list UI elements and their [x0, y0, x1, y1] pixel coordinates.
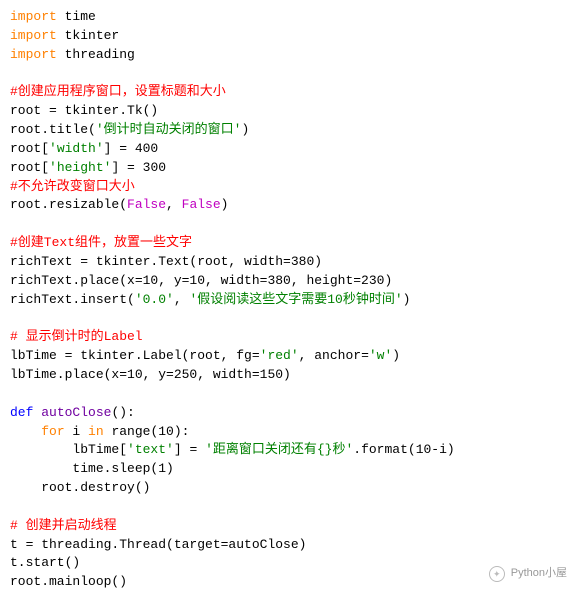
keyword-for: for — [41, 424, 64, 439]
watermark: ✦ Python小屋 — [489, 566, 567, 582]
code-text: ] = 300 — [111, 160, 166, 175]
keyword-false: False — [182, 197, 221, 212]
code-text: root.title( — [10, 122, 96, 137]
comment: # 创建并启动线程 — [10, 518, 117, 533]
code-text: ) — [221, 197, 229, 212]
code-text: richText.place(x=10, y=10, width=380, he… — [10, 273, 392, 288]
code-text: root.destroy() — [10, 480, 150, 495]
code-text: .format(10-i) — [353, 442, 454, 457]
code-text: (): — [111, 405, 134, 420]
string: 'red' — [260, 348, 299, 363]
code-text: ] = 400 — [104, 141, 159, 156]
string: 'height' — [49, 160, 111, 175]
code-text: lbTime[ — [10, 442, 127, 457]
code-block: import time import tkinter import thread… — [10, 8, 575, 592]
keyword-in: in — [88, 424, 104, 439]
code-text: time.sleep(1) — [10, 461, 174, 476]
string: 'text' — [127, 442, 174, 457]
code-text: lbTime.place(x=10, y=250, width=150) — [10, 367, 291, 382]
code-text: i — [65, 424, 88, 439]
code-text: threading — [57, 47, 135, 62]
code-text: ) — [403, 292, 411, 307]
code-text: tkinter — [57, 28, 119, 43]
comment: #不允许改变窗口大小 — [10, 179, 135, 194]
code-text: ) — [392, 348, 400, 363]
string: '倒计时自动关闭的窗口' — [96, 122, 242, 137]
code-text: ] = — [174, 442, 205, 457]
keyword-def: def — [10, 405, 33, 420]
keyword-import: import — [10, 47, 57, 62]
string: '假设阅读这些文字需要10秒钟时间' — [189, 292, 402, 307]
code-text: , anchor= — [299, 348, 369, 363]
code-text — [10, 424, 41, 439]
code-text: , — [174, 292, 190, 307]
code-text: root.mainloop() — [10, 574, 127, 589]
wechat-icon: ✦ — [489, 566, 505, 582]
code-text: t.start() — [10, 555, 80, 570]
code-text: ) — [241, 122, 249, 137]
code-text: root.resizable( — [10, 197, 127, 212]
string: '0.0' — [135, 292, 174, 307]
comment: # 显示倒计时的Label — [10, 329, 143, 344]
code-text: richText.insert( — [10, 292, 135, 307]
code-text: root[ — [10, 141, 49, 156]
keyword-import: import — [10, 9, 57, 24]
string: 'width' — [49, 141, 104, 156]
string: '距离窗口关闭还有{}秒' — [205, 442, 353, 457]
string: 'w' — [369, 348, 392, 363]
watermark-text: Python小屋 — [511, 566, 567, 582]
keyword-import: import — [10, 28, 57, 43]
code-text: root[ — [10, 160, 49, 175]
code-text: , — [166, 197, 182, 212]
code-text: t = threading.Thread(target=autoClose) — [10, 537, 306, 552]
code-text: time — [57, 9, 96, 24]
comment: #创建应用程序窗口，设置标题和大小 — [10, 84, 226, 99]
keyword-false: False — [127, 197, 166, 212]
code-text: root = tkinter.Tk() — [10, 103, 158, 118]
code-text: lbTime = tkinter.Label(root, fg= — [10, 348, 260, 363]
func-name: autoClose — [41, 405, 111, 420]
code-text: range(10): — [104, 424, 190, 439]
comment: #创建Text组件，放置一些文字 — [10, 235, 192, 250]
code-text: richText = tkinter.Text(root, width=380) — [10, 254, 322, 269]
